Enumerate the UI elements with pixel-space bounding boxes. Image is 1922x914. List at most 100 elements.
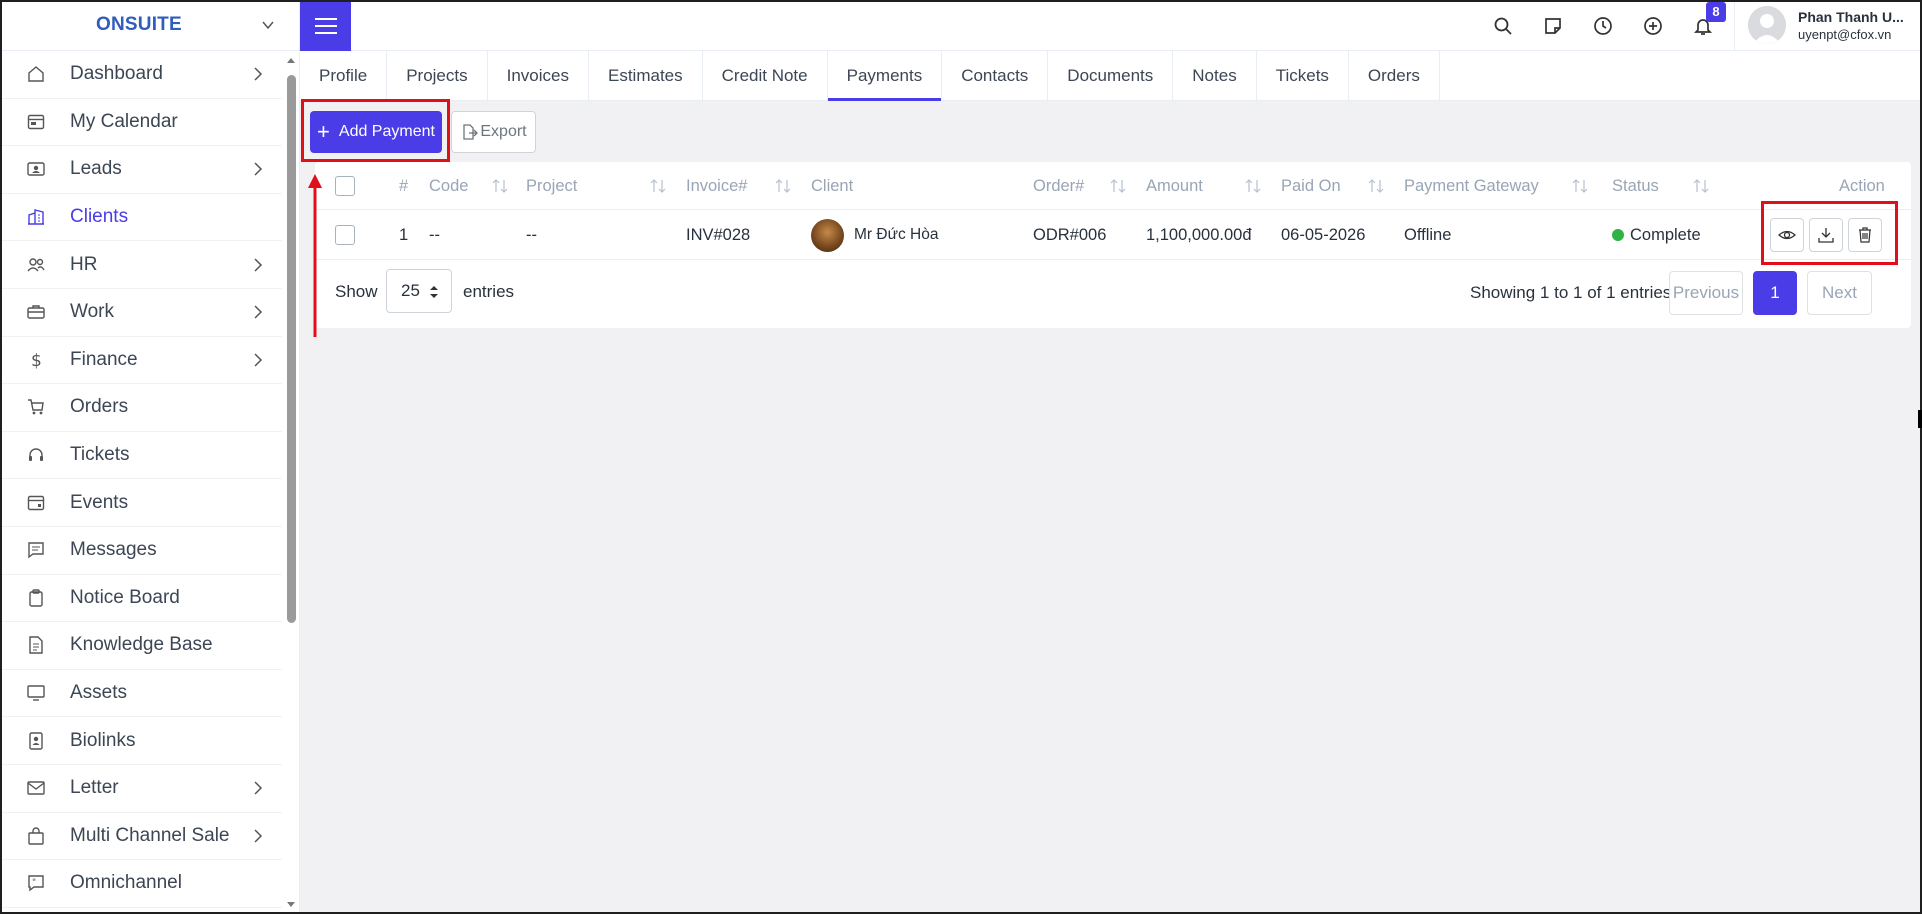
sidebar-item-leads[interactable]: Leads	[0, 146, 282, 194]
row-checkbox[interactable]	[335, 225, 355, 245]
sidebar-item-messages[interactable]: Messages	[0, 527, 282, 575]
badge-icon	[26, 731, 46, 751]
plus-circle-icon[interactable]	[1642, 15, 1664, 37]
cell-client[interactable]: Mr Đức Hòa	[811, 210, 938, 260]
header-code[interactable]: Code	[429, 162, 468, 210]
sort-icon[interactable]	[1367, 178, 1385, 194]
sort-icon[interactable]	[1244, 178, 1262, 194]
sticky-note-icon[interactable]	[1542, 15, 1564, 37]
svg-text:$: $	[31, 351, 42, 370]
sort-icon[interactable]	[649, 178, 667, 194]
sidebar-item-dashboard[interactable]: Dashboard	[0, 51, 282, 99]
sidebar-item-assets[interactable]: Assets	[0, 670, 282, 718]
menu-toggle-button[interactable]	[300, 0, 351, 51]
tab-projects[interactable]: Projects	[387, 51, 488, 101]
cell-amount: 1,100,000.00đ	[1146, 225, 1252, 244]
chat-icon	[26, 540, 46, 560]
scroll-up-arrow-icon[interactable]	[286, 55, 296, 65]
export-icon	[463, 124, 479, 140]
sidebar-item-label: Messages	[70, 539, 157, 561]
tab-contacts[interactable]: Contacts	[942, 51, 1049, 101]
previous-page-button[interactable]: Previous	[1669, 271, 1743, 315]
table-row: 1 -- -- INV#028 Mr Đức Hòa ODR#006 1,100…	[315, 210, 1911, 260]
highlight-box	[301, 99, 450, 162]
client-avatar	[811, 218, 844, 252]
envelope-icon	[26, 778, 46, 798]
page-size-select[interactable]: 25	[386, 269, 452, 313]
status-dot-icon	[1612, 229, 1624, 241]
sort-icon[interactable]	[1109, 178, 1127, 194]
sidebar-item-finance[interactable]: $ Finance	[0, 337, 282, 385]
header-num[interactable]: #	[399, 162, 408, 210]
export-button[interactable]: Export	[451, 111, 536, 153]
sidebar-item-label: Finance	[70, 348, 138, 370]
sidebar-item-label: Letter	[70, 777, 119, 799]
export-label: Export	[480, 123, 527, 140]
sidebar-item-letter[interactable]: Letter	[0, 765, 282, 813]
sidebar-item-tickets[interactable]: Tickets	[0, 432, 282, 480]
sidebar-item-hr[interactable]: HR	[0, 241, 282, 289]
tab-notes[interactable]: Notes	[1173, 51, 1257, 101]
chevron-right-icon	[254, 781, 263, 795]
scrollbar-thumb[interactable]	[287, 75, 296, 623]
client-name: Mr Đức Hòa	[854, 226, 939, 243]
sort-icon[interactable]	[774, 178, 792, 194]
scroll-down-arrow-icon[interactable]	[286, 900, 296, 910]
svg-text:": "	[32, 878, 36, 888]
header-project[interactable]: Project	[526, 162, 577, 210]
sidebar-scrollbar[interactable]	[284, 51, 298, 914]
sidebar-item-work[interactable]: Work	[0, 289, 282, 337]
sidebar-item-label: Leads	[70, 158, 122, 180]
sort-icon[interactable]	[1571, 178, 1589, 194]
cell-invoice[interactable]: INV#028	[686, 210, 750, 260]
select-all-checkbox[interactable]	[335, 176, 355, 196]
tab-profile[interactable]: Profile	[300, 51, 388, 101]
sidebar-item-label: My Calendar	[70, 110, 178, 132]
sidebar-item-clients[interactable]: Clients	[0, 194, 282, 242]
sidebar-item-events[interactable]: Events	[0, 479, 282, 527]
sort-icon[interactable]	[1692, 178, 1710, 194]
sidebar-item-notice-board[interactable]: Notice Board	[0, 575, 282, 623]
sidebar-item-multi-channel-sale[interactable]: Multi Channel Sale	[0, 813, 282, 861]
sidebar-item-label: Events	[70, 491, 129, 513]
header-payment-gateway[interactable]: Payment Gateway	[1404, 162, 1539, 210]
tab-orders[interactable]: Orders	[1349, 51, 1440, 101]
tab-tickets[interactable]: Tickets	[1257, 51, 1349, 101]
user-menu[interactable]: Phan Thanh U... uyenpt@cfox.vn	[1748, 6, 1904, 44]
next-page-button[interactable]: Next	[1807, 271, 1872, 315]
header-order[interactable]: Order#	[1033, 162, 1084, 210]
bell-icon[interactable]: 8	[1692, 1, 1726, 37]
header-invoice[interactable]: Invoice#	[686, 162, 747, 210]
highlight-box	[1761, 201, 1898, 265]
arrow-up-icon	[308, 174, 322, 337]
page-1-button[interactable]: 1	[1753, 271, 1797, 315]
cell-order[interactable]: ODR#006	[1033, 210, 1106, 260]
topbar-icons: 8	[1492, 0, 1742, 51]
tab-documents[interactable]: Documents	[1048, 51, 1174, 101]
header-paid-on[interactable]: Paid On	[1281, 162, 1341, 210]
sidebar-item-knowledge-base[interactable]: Knowledge Base	[0, 622, 282, 670]
sidebar-item-label: Clients	[70, 206, 129, 228]
sidebar-item-my-calendar[interactable]: My Calendar	[0, 99, 282, 147]
cell-num: 1	[399, 225, 409, 244]
sidebar: ONSUITE Dashboard My Calendar Leads Clie…	[0, 0, 300, 914]
id-card-icon	[26, 159, 46, 179]
sidebar-item-omnichannel[interactable]: " Omnichannel	[0, 860, 282, 908]
sidebar-item-biolinks[interactable]: Biolinks	[0, 717, 282, 765]
tab-estimates[interactable]: Estimates	[589, 51, 703, 101]
tab-payments[interactable]: Payments	[827, 51, 943, 101]
header-status[interactable]: Status	[1612, 162, 1659, 210]
cell-gateway: Offline	[1404, 225, 1452, 244]
chevron-down-icon[interactable]	[261, 18, 275, 32]
header-client[interactable]: Client	[811, 162, 853, 210]
header-amount[interactable]: Amount	[1146, 162, 1203, 210]
tab-invoices[interactable]: Invoices	[488, 51, 589, 101]
sidebar-item-orders[interactable]: Orders	[0, 384, 282, 432]
row-select-cell	[335, 210, 355, 260]
topbar: 8 Phan Thanh U... uyenpt@cfox.vn	[300, 0, 1922, 51]
tab-credit-note[interactable]: Credit Note	[703, 51, 828, 101]
search-icon[interactable]	[1492, 15, 1514, 37]
sort-icon[interactable]	[491, 178, 509, 194]
clock-icon[interactable]	[1592, 15, 1614, 37]
brand-header[interactable]: ONSUITE	[0, 0, 299, 51]
